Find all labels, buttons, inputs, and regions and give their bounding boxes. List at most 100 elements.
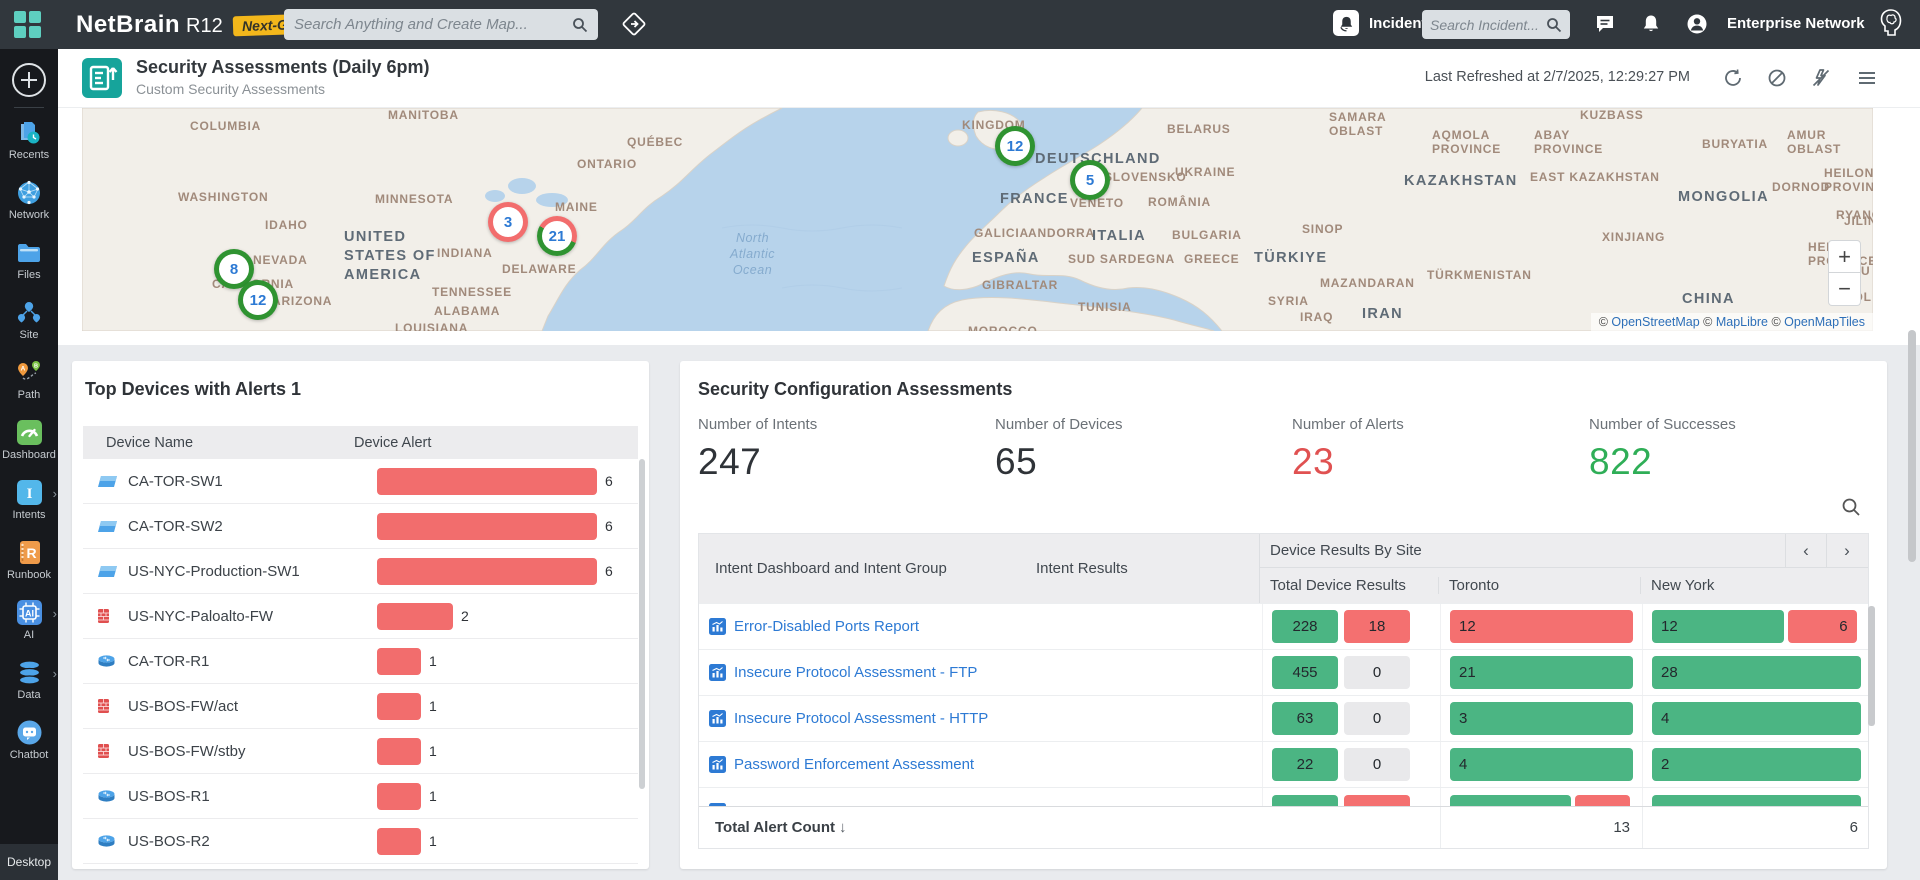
site-prev-button[interactable]: ‹	[1785, 533, 1826, 568]
sidebar-item-files[interactable]: Files	[0, 230, 58, 290]
world-map[interactable]: COLUMBIA MANITOBA QUÉBEC ONTARIO WASHINGTON M…	[82, 108, 1873, 331]
devices-scrollbar[interactable]	[639, 459, 645, 789]
sidebar-item-data[interactable]: Data ›	[0, 650, 58, 710]
map-mode-icon[interactable]	[620, 10, 648, 38]
global-search-input[interactable]	[294, 16, 572, 33]
map-marker[interactable]: 3	[488, 202, 528, 242]
sidebar-item-intents[interactable]: I Intents ›	[0, 470, 58, 530]
assessments-panel-title: Security Configuration Assessments	[698, 379, 1013, 399]
user-avatar-icon[interactable]	[1686, 13, 1708, 35]
map-marker[interactable]: 12	[995, 126, 1035, 166]
zoom-in-button[interactable]: +	[1828, 240, 1861, 273]
col-intent-results: Intent Results	[1036, 560, 1128, 577]
alert-bar	[377, 512, 597, 540]
chevron-right-icon[interactable]: ›	[53, 606, 57, 621]
table-row[interactable]: US-NYC-Paloalto-FW 2	[83, 594, 638, 639]
disable-circle-icon[interactable]	[1766, 67, 1788, 89]
switch-icon	[97, 475, 119, 488]
sidebar-item-path[interactable]: AB Path	[0, 350, 58, 410]
intent-link[interactable]: Password Enforcement Assessment	[699, 756, 1036, 773]
intent-link[interactable]: Error-Disabled Ports Report	[699, 618, 1036, 635]
table-row[interactable]: US-BOS-FW/act 1	[83, 684, 638, 729]
firewall-icon	[97, 608, 119, 624]
table-row[interactable]: CA-TOR-SW2 6	[83, 504, 638, 549]
dashboard-icon	[16, 420, 42, 445]
osm-link[interactable]: OpenStreetMap	[1611, 315, 1699, 329]
switch-icon	[97, 565, 119, 578]
maplibre-link[interactable]: MapLibre	[1716, 315, 1768, 329]
total-alert-count-label[interactable]: Total Alert Count ↓	[699, 819, 1440, 836]
site-result-bar	[1652, 794, 1861, 806]
recents-icon	[21, 121, 40, 143]
incident-icon[interactable]	[1333, 10, 1359, 36]
table-row[interactable]: CA-TOR-R1 1	[83, 639, 638, 684]
messages-icon[interactable]	[1594, 13, 1616, 35]
incident-label[interactable]: Incident	[1369, 15, 1427, 32]
page-scrollbar[interactable]	[1908, 330, 1916, 562]
assessments-table-scrollbar[interactable]	[1868, 606, 1875, 726]
menu-icon[interactable]	[1856, 67, 1878, 89]
chevron-right-icon[interactable]: ›	[53, 486, 57, 501]
map-landmass	[82, 108, 1873, 331]
col-device-results-by-site: Device Results By Site	[1270, 542, 1422, 559]
table-row[interactable]: CA-TOR-SW1 6	[83, 459, 638, 504]
success-count-badge: 228	[1272, 610, 1338, 643]
intent-link[interactable]: Insecure Protocol Assessment - FTP	[699, 664, 1036, 681]
table-search-icon[interactable]	[1841, 497, 1861, 517]
table-row[interactable]: US-BOS-FW/stby 1	[83, 729, 638, 774]
incident-search-input[interactable]	[1430, 16, 1546, 33]
alert-count: 1	[429, 833, 437, 849]
chevron-right-icon[interactable]: ›	[53, 666, 57, 681]
map-marker[interactable]: 5	[1070, 160, 1110, 200]
col-total-device-results: Total Device Results	[1270, 577, 1406, 594]
sidebar-item-site[interactable]: Site	[0, 290, 58, 350]
openmaptiles-link[interactable]: OpenMapTiles	[1784, 315, 1865, 329]
sidebar-item-chatbot[interactable]: Chatbot	[0, 710, 58, 770]
alert-bar	[377, 647, 421, 675]
zoom-out-button[interactable]: −	[1828, 273, 1861, 306]
firewall-icon	[97, 698, 119, 714]
svg-text:B: B	[34, 363, 38, 369]
table-row[interactable]: US-NYC-Production-SW1 6	[83, 549, 638, 594]
tenant-name[interactable]: Enterprise Network	[1727, 15, 1865, 32]
svg-text:R: R	[26, 545, 36, 561]
sidebar-item-ai[interactable]: AI AI ›	[0, 590, 58, 650]
refresh-icon[interactable]	[1722, 67, 1744, 89]
success-count-badge	[1272, 794, 1338, 806]
intent-link[interactable]: Insecure Protocol Assessment - HTTP	[699, 710, 1036, 727]
alert-count-badge: 18	[1344, 610, 1410, 643]
alert-bar	[377, 737, 421, 765]
devices-panel-title: Top Devices with Alerts 1	[85, 379, 302, 399]
incident-search-icon[interactable]	[1546, 17, 1562, 33]
table-row[interactable]: US-BOS-R1 1	[83, 774, 638, 819]
alert-count-badge: 0	[1344, 702, 1410, 735]
alert-count-badge: 0	[1344, 656, 1410, 689]
last-refreshed-text: Last Refreshed at 2/7/2025, 12:29:27 PM	[1424, 69, 1690, 85]
alert-bar	[377, 782, 421, 810]
search-icon[interactable]	[572, 17, 588, 33]
page-title: Security Assessments (Daily 6pm)	[136, 57, 430, 77]
map-marker[interactable]: 21	[537, 216, 577, 256]
map-marker[interactable]: 12	[238, 280, 278, 320]
ai-assistant-head-icon[interactable]	[1878, 8, 1904, 38]
incident-search[interactable]	[1422, 10, 1570, 39]
app-launcher-icon[interactable]	[14, 10, 42, 39]
intent-link[interactable]	[699, 802, 1036, 806]
mute-alerts-icon[interactable]	[1810, 67, 1832, 89]
sidebar-item-dashboard[interactable]: Dashboard	[0, 410, 58, 470]
notifications-bell-icon[interactable]	[1640, 13, 1662, 35]
table-row: Error-Disabled Ports Report 228 18 12 12 6	[699, 603, 1868, 649]
sidebar-item-runbook[interactable]: R Runbook	[0, 530, 58, 590]
sidebar-item-network[interactable]: Network	[0, 170, 58, 230]
add-button[interactable]	[12, 63, 46, 97]
site-next-button[interactable]: ›	[1826, 533, 1867, 568]
sidebar-item-label: Files	[17, 268, 41, 281]
stat-value: 822	[1589, 441, 1653, 482]
desktop-strip[interactable]: Desktop	[0, 844, 58, 880]
global-search[interactable]	[284, 9, 598, 40]
table-row[interactable]: US-BOS-R2 1	[83, 819, 638, 864]
sidebar-item-recents[interactable]: Recents	[0, 110, 58, 170]
data-icon	[18, 660, 40, 685]
sort-descending-icon[interactable]: ↓	[839, 819, 847, 836]
stat-devices: Number of Devices 65	[995, 416, 1292, 483]
